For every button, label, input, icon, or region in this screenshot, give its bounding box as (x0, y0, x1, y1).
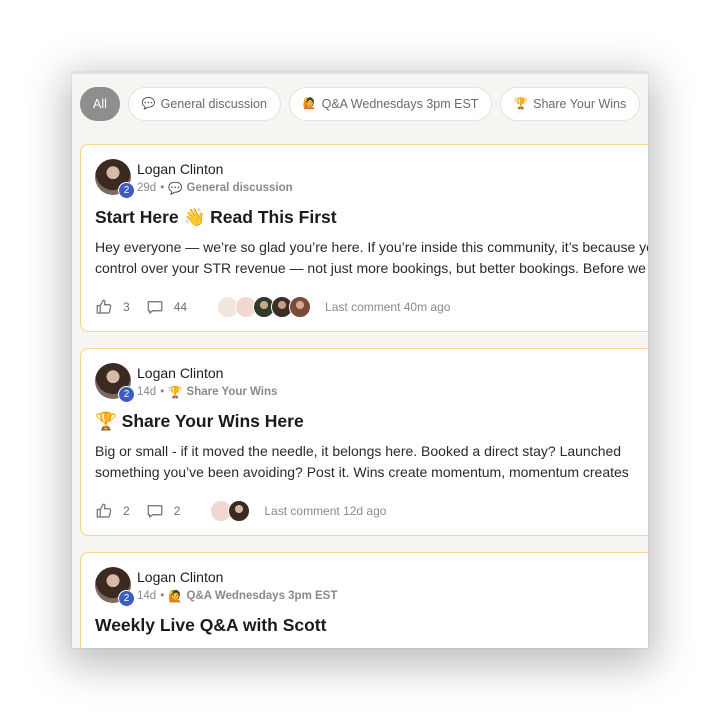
comment-button[interactable]: 44 (146, 298, 187, 316)
comment-count: 2 (173, 504, 181, 518)
thumbs-up-icon (96, 299, 112, 314)
post-excerpt: Big or small - if it moved the needle, i… (95, 441, 648, 483)
level-badge: 2 (118, 386, 135, 403)
commenter-avatar (228, 500, 251, 522)
commenter-avatars[interactable] (210, 500, 251, 522)
divider (72, 72, 648, 74)
author-avatar[interactable]: 2 (95, 159, 135, 199)
post-card[interactable]: 2 Logan Clinton 29d • 💬 General discussi… (80, 144, 648, 332)
filter-chip-label: Share Your Wins (533, 97, 627, 111)
post-age: 29d (137, 182, 157, 194)
excerpt-line: control over your STR revenue — not just… (95, 260, 648, 276)
category-filter-bar: All 💬 General discussion 🙋 Q&A Wednesday… (80, 86, 641, 122)
speech-bubble-icon: 💬 (168, 183, 183, 195)
filter-chip-general-discussion[interactable]: 💬 General discussion (127, 87, 281, 121)
trophy-icon: 🏆 (514, 97, 529, 110)
comment-icon (147, 301, 163, 314)
last-comment-time: Last comment 12d ago (264, 504, 387, 518)
filter-chip-share-your-wins[interactable]: 🏆 Share Your Wins (500, 87, 641, 121)
meta-separator: • (160, 386, 165, 398)
excerpt-line: Big or small - if it moved the needle, i… (95, 443, 622, 459)
raised-hand-icon: 🙋 (168, 591, 183, 603)
thumbs-up-icon (96, 503, 112, 518)
post-category[interactable]: Q&A Wednesdays 3pm EST (187, 590, 338, 602)
excerpt-line: Hey everyone — we’re so glad you’re here… (95, 239, 648, 255)
author-avatar[interactable]: 2 (95, 363, 135, 403)
post-title[interactable]: Start Here 👋 Read This First (95, 207, 337, 228)
author-name[interactable]: Logan Clinton (137, 569, 223, 585)
post-actions: 3 44 Last comment 40m ago (95, 295, 450, 319)
filter-chip-all[interactable]: All (80, 87, 120, 121)
community-feed-panel: All 💬 General discussion 🙋 Q&A Wednesday… (72, 72, 648, 648)
raised-hand-icon: 🙋 (302, 97, 317, 110)
level-badge: 2 (118, 182, 135, 199)
meta-separator: • (160, 182, 165, 194)
last-comment-time: Last comment 40m ago (325, 300, 451, 314)
filter-chip-label: All (93, 97, 107, 111)
like-count: 2 (123, 504, 130, 518)
like-count: 3 (123, 300, 130, 314)
post-meta: 14d • 🏆 Share Your Wins (137, 385, 277, 399)
post-category[interactable]: Share Your Wins (187, 386, 278, 398)
meta-separator: • (160, 590, 165, 602)
comment-icon (147, 505, 163, 518)
filter-chip-label: General discussion (160, 97, 267, 111)
post-age: 14d (137, 590, 157, 602)
post-age: 14d (137, 386, 157, 398)
post-meta: 14d • 🙋 Q&A Wednesdays 3pm EST (137, 589, 337, 603)
excerpt-line: something you’ve been avoiding? Post it.… (95, 464, 629, 480)
filter-chip-qa-wednesdays[interactable]: 🙋 Q&A Wednesdays 3pm EST (288, 87, 493, 121)
author-name[interactable]: Logan Clinton (137, 161, 223, 177)
comment-count: 44 (173, 300, 188, 314)
post-card[interactable]: 2 Logan Clinton 14d • 🙋 Q&A Wednesdays 3… (80, 552, 648, 648)
commenter-avatars[interactable] (217, 296, 312, 318)
post-category[interactable]: General discussion (187, 182, 293, 194)
post-actions: 2 2 Last comment 12d ago (95, 499, 386, 523)
level-badge: 2 (118, 590, 135, 607)
post-meta: 29d • 💬 General discussion (137, 181, 293, 195)
post-title[interactable]: Weekly Live Q&A with Scott (95, 615, 326, 636)
filter-chip-label: Q&A Wednesdays 3pm EST (321, 97, 479, 111)
post-title[interactable]: 🏆 Share Your Wins Here (95, 411, 304, 432)
author-avatar[interactable]: 2 (95, 567, 135, 607)
post-card[interactable]: 2 Logan Clinton 14d • 🏆 Share Your Wins … (80, 348, 648, 536)
post-excerpt: Hey everyone — we’re so glad you’re here… (95, 237, 648, 279)
speech-bubble-icon: 💬 (141, 97, 156, 110)
like-button[interactable]: 2 (95, 502, 130, 520)
commenter-avatar (289, 296, 312, 318)
comment-button[interactable]: 2 (146, 502, 181, 520)
like-button[interactable]: 3 (95, 298, 130, 316)
trophy-icon: 🏆 (168, 387, 183, 399)
author-name[interactable]: Logan Clinton (137, 365, 223, 381)
